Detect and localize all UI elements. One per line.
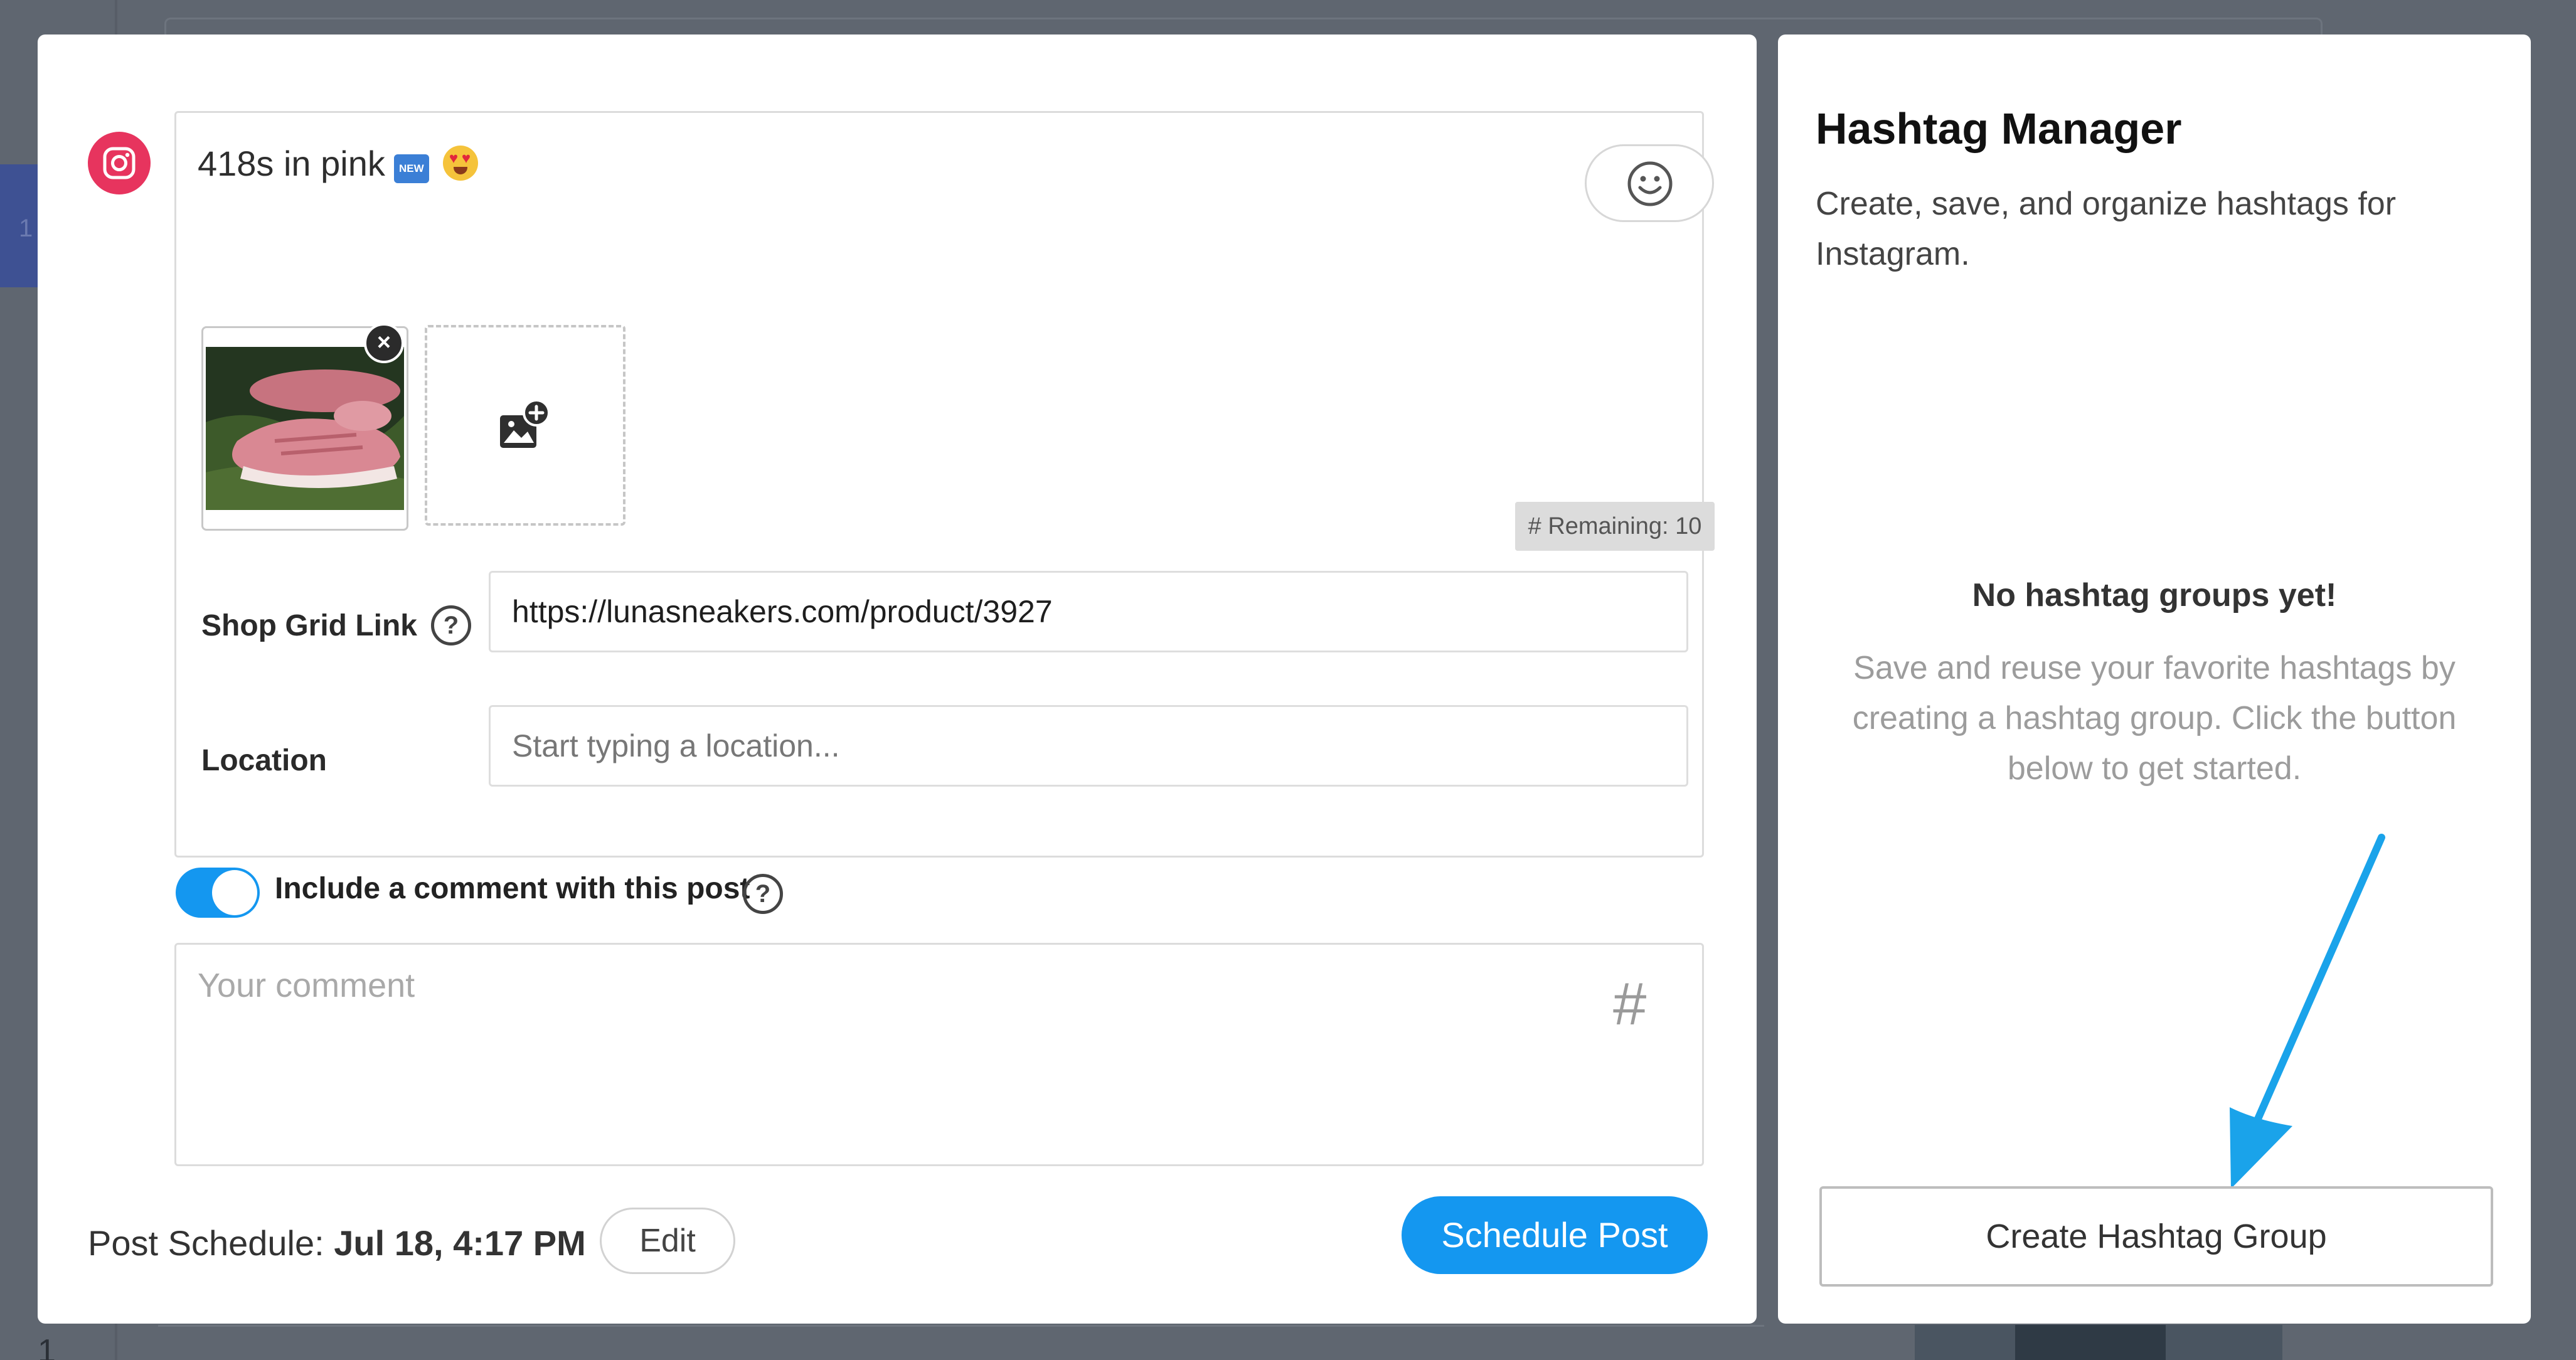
add-media-button[interactable] — [425, 325, 625, 526]
pointer-arrow-icon — [2230, 834, 2385, 1189]
post-schedule-prefix: Post Schedule: — [88, 1223, 334, 1263]
shop-grid-link-label: Shop Grid Link — [201, 609, 417, 642]
empty-state-title: No hashtag groups yet! — [1972, 577, 2337, 614]
background-thumbnail — [1915, 1325, 2282, 1360]
comment-placeholder: Your comment — [198, 967, 415, 1004]
pink-sneakers-photo — [206, 347, 404, 510]
remove-media-button[interactable]: × — [364, 323, 404, 363]
post-schedule-datetime: Jul 18, 4:17 PM — [334, 1223, 586, 1263]
hashtag-manager-title: Hashtag Manager — [1816, 104, 2182, 153]
background-row-number: 1 — [38, 1333, 56, 1360]
caption-text[interactable]: 418s in pink NEW — [198, 143, 478, 184]
caption-text-value: 418s in pink — [198, 144, 385, 183]
background-side-tab: 1 — [0, 164, 39, 287]
post-composer-modal: 418s in pink NEW♥ ♥ × # Remaining: 10 Sh… — [38, 35, 1757, 1324]
create-hashtag-group-button[interactable]: Create Hashtag Group — [1819, 1186, 2493, 1287]
comment-help-icon[interactable]: ? — [743, 874, 783, 914]
empty-state-description: Save and reuse your favorite hashtags by… — [1852, 650, 2457, 787]
hashtag-manager-panel: Hashtag Manager Create, save, and organi… — [1778, 35, 2531, 1324]
smiley-face-icon — [1627, 161, 1673, 206]
include-comment-label: Include a comment with this post — [275, 872, 750, 905]
schedule-post-button[interactable]: Schedule Post — [1402, 1196, 1708, 1274]
new-emoji-icon: NEW — [393, 154, 429, 183]
background-side-tab-number: 1 — [19, 215, 33, 242]
location-label: Location — [201, 744, 327, 777]
shop-grid-help-icon[interactable]: ? — [431, 605, 471, 645]
post-schedule-text: Post Schedule: Jul 18, 4:17 PM — [88, 1223, 586, 1263]
hashtag-manager-subtitle: Create, save, and organize hashtags for … — [1816, 186, 2397, 272]
media-thumbnail[interactable]: × — [201, 323, 408, 531]
hashtag-icon[interactable]: # — [1613, 970, 1646, 1039]
location-input[interactable]: Start typing a location... — [489, 705, 1688, 787]
comment-input[interactable]: Your comment # — [174, 943, 1704, 1166]
hashtag-remaining-badge: # Remaining: 10 — [1515, 502, 1715, 551]
include-comment-toggle[interactable] — [176, 868, 260, 918]
post-editor: 418s in pink NEW♥ ♥ × # Remaining: 10 Sh… — [174, 111, 1715, 858]
add-image-icon — [500, 399, 550, 448]
heart-eyes-emoji-icon — [442, 146, 478, 181]
edit-schedule-button[interactable]: Edit — [600, 1208, 735, 1274]
instagram-icon — [88, 132, 151, 194]
shop-grid-link-input[interactable]: https://lunasneakers.com/product/3927 — [489, 571, 1688, 652]
background-content-strip — [158, 1325, 1764, 1360]
emoji-picker-button[interactable] — [1585, 144, 1714, 222]
